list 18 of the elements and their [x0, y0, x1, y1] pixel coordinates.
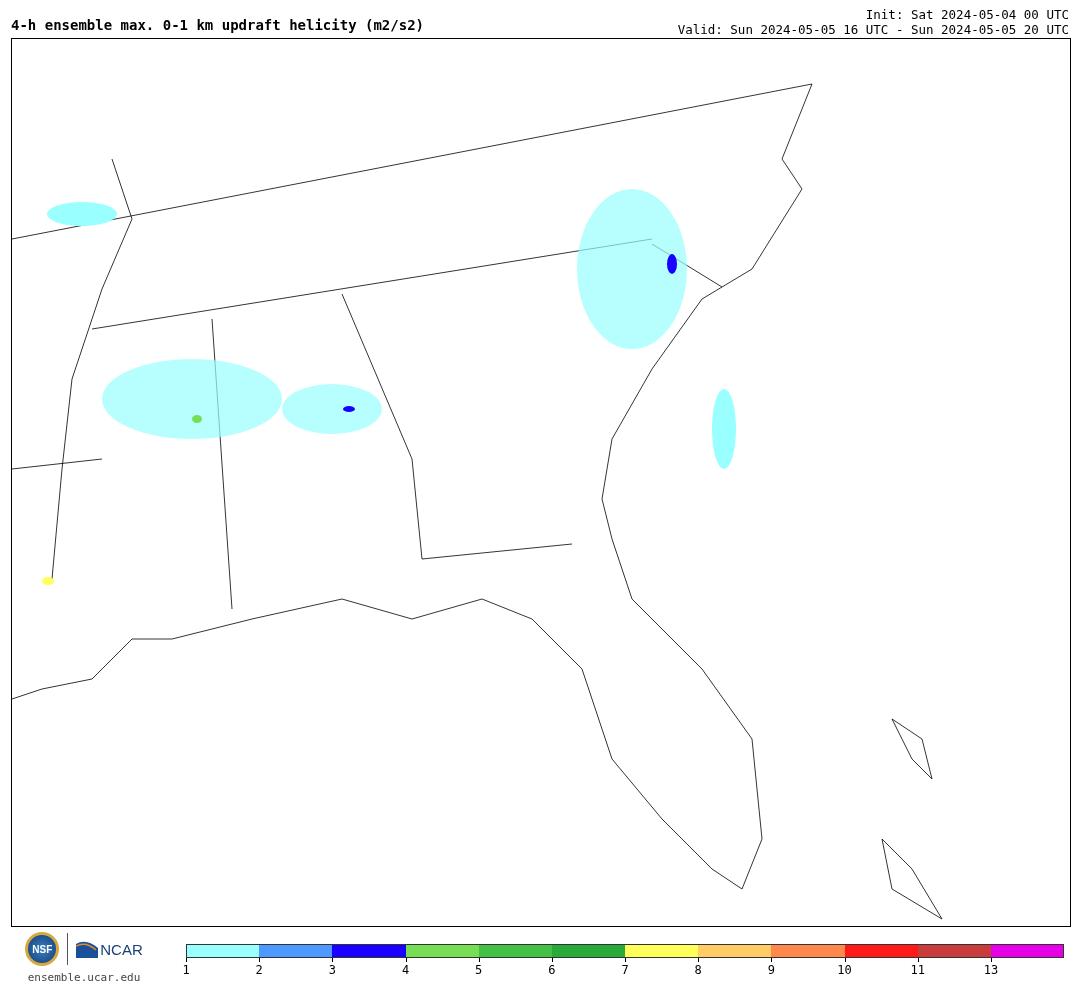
scale-label: 3: [328, 963, 336, 977]
scale-label: 1: [182, 963, 190, 977]
website-link[interactable]: ensemble.ucar.edu: [27, 971, 141, 984]
init-time: Init: Sat 2024-05-04 00 UTC: [865, 7, 1069, 22]
ncar-logo: NCAR: [76, 940, 143, 958]
scale-label: 9: [767, 963, 775, 977]
chart-title: 4-h ensemble max. 0-1 km updraft helicity (m2/s2): [11, 17, 424, 35]
scale-label: 8: [694, 963, 702, 977]
scale-label: 10: [837, 963, 852, 977]
scale-label: 7: [621, 963, 629, 977]
scale-label: 2: [255, 963, 263, 977]
scale-label: 11: [910, 963, 925, 977]
scale-label: 13: [983, 963, 999, 977]
valid-time: Valid: Sun 2024-05-05 16 UTC - Sun 2024-05-05 20 UTC: [677, 22, 1069, 37]
scale-label: 5: [475, 963, 483, 977]
scale-label: 6: [548, 963, 556, 977]
nsf-logo: NSF: [25, 932, 60, 966]
scale-label: 4: [401, 963, 410, 977]
